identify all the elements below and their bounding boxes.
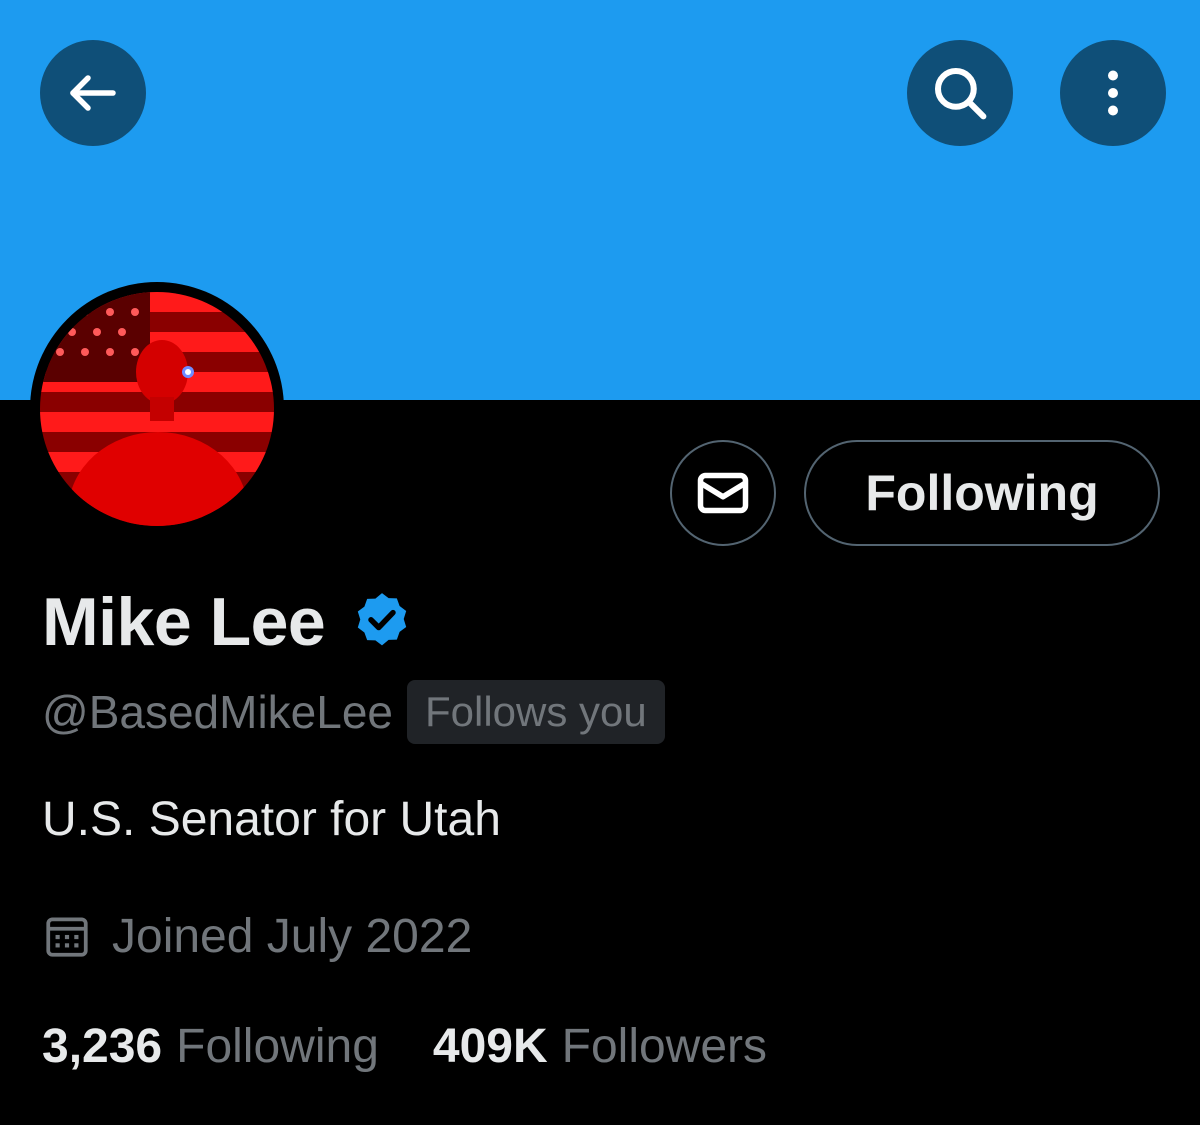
following-label: Following [176, 1019, 379, 1073]
follows-you-badge: Follows you [407, 680, 665, 744]
avatar[interactable] [30, 282, 284, 536]
envelope-icon [693, 463, 753, 523]
joined-date-row: Joined July 2022 [42, 904, 472, 968]
following-count: 3,236 [42, 1019, 163, 1073]
avatar-image [40, 292, 274, 526]
profile-page: Following Mike Lee @BasedMikeLee Follows… [0, 0, 1200, 1125]
more-options-button[interactable] [1060, 40, 1166, 146]
following-stat[interactable]: 3,236 Following [42, 1019, 379, 1074]
following-button[interactable]: Following [804, 440, 1160, 546]
display-name: Mike Lee [42, 584, 326, 660]
more-vertical-icon [1083, 63, 1143, 123]
search-icon [927, 60, 993, 126]
profile-bio: U.S. Senator for Utah [42, 793, 501, 846]
followers-stat[interactable]: 409K Followers [433, 1019, 767, 1074]
message-button[interactable] [670, 440, 776, 546]
verified-badge-icon[interactable] [349, 589, 415, 655]
arrow-left-icon [63, 63, 123, 123]
calendar-icon [42, 911, 92, 961]
handle-row: @BasedMikeLee Follows you [42, 680, 665, 744]
joined-date: Joined July 2022 [112, 909, 473, 963]
follow-stats: 3,236 Following 409K Followers [42, 1014, 767, 1078]
username-handle: @BasedMikeLee [42, 686, 393, 738]
followers-count: 409K [432, 1019, 548, 1073]
back-button[interactable] [40, 40, 146, 146]
search-button[interactable] [907, 40, 1013, 146]
followers-label: Followers [561, 1019, 768, 1073]
name-row: Mike Lee [42, 582, 415, 662]
